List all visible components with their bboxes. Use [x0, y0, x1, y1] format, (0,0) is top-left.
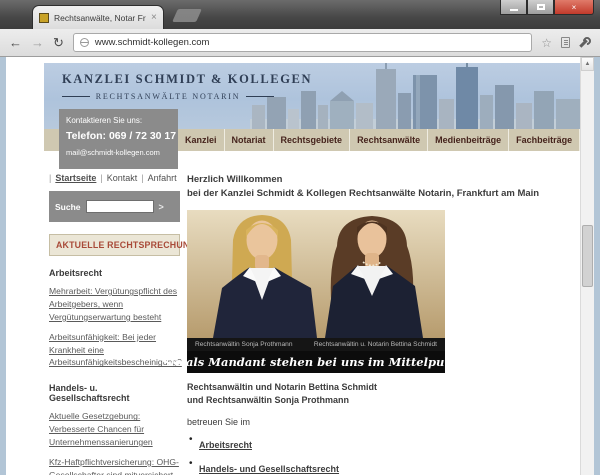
search-input[interactable]: [86, 200, 154, 213]
link-arbeitsrecht[interactable]: Arbeitsrecht: [199, 440, 252, 450]
frankfurt-skyline-image: [250, 63, 580, 129]
browser-window: Rechtsanwälte, Notar Frank × × ← → ↻ www…: [0, 0, 600, 475]
back-icon[interactable]: ←: [9, 36, 22, 49]
sidebar-news-link[interactable]: Arbeitsunfähigkeit: Bei jeder Krankheit …: [49, 331, 180, 370]
welcome-line1: Herzlich Willkommen: [187, 173, 580, 187]
minimize-icon: [510, 9, 518, 11]
forward-icon[interactable]: →: [31, 36, 44, 49]
nav-item-kanzlei[interactable]: Kanzlei: [177, 129, 224, 151]
maximize-button[interactable]: [527, 0, 554, 15]
minimize-button[interactable]: [500, 0, 527, 15]
nav-item-rechtsanwaelte[interactable]: Rechtsanwälte: [349, 129, 427, 151]
scrollbar-thumb[interactable]: [582, 225, 593, 287]
nav-item-notariat[interactable]: Notariat: [224, 129, 273, 151]
lawyers-photo: [187, 210, 445, 338]
search-submit-button[interactable]: >: [159, 202, 164, 212]
scroll-up-arrow-icon[interactable]: ▲: [581, 57, 594, 71]
search-label: Suche: [55, 202, 81, 212]
nav-item-fachbeitraege[interactable]: Fachbeiträge: [508, 129, 579, 151]
intro-text: betreuen Sie im: [187, 417, 580, 427]
sidebar-news-link[interactable]: Mehrarbeit: Vergütungspflicht des Arbeit…: [49, 285, 180, 324]
welcome-heading: Herzlich Willkommen bei der Kanzlei Schm…: [187, 173, 580, 201]
sidebar-section-heading: Arbeitsrecht: [49, 268, 180, 278]
tab-strip: Rechtsanwälte, Notar Frank × ×: [0, 0, 600, 29]
intro-name-line2: und Rechtsanwältin Sonja Prothmann: [187, 394, 580, 408]
welcome-line2: bei der Kanzlei Schmidt & Kollegen Recht…: [187, 187, 580, 201]
page-viewport: KANZLEI SCHMIDT & KOLLEGEN RECHTSANWÄLTE…: [0, 57, 600, 475]
sidebar-news-link[interactable]: Aktuelle Gesetzgebung: Verbesserte Chanc…: [49, 410, 180, 449]
intro-name-line1: Rechtsanwältin und Notarin Bettina Schmi…: [187, 381, 580, 395]
link-kontakt[interactable]: Kontakt: [107, 173, 138, 183]
sidebar: | Startseite | Kontakt | Anfahrt Suche >…: [44, 151, 184, 475]
utility-links: | Startseite | Kontakt | Anfahrt: [49, 173, 180, 183]
tab-title: Rechtsanwälte, Notar Frank: [54, 13, 146, 23]
favicon: [39, 13, 49, 23]
browser-tab[interactable]: Rechtsanwälte, Notar Frank ×: [32, 5, 164, 29]
contact-email-link[interactable]: mail@schmidt-kollegen.com: [66, 148, 171, 157]
close-button[interactable]: ×: [554, 0, 594, 15]
nav-item-medienbeitraege[interactable]: Medienbeiträge: [427, 129, 508, 151]
practice-area-list: Arbeitsrecht Handels- und Gesellschaftsr…: [187, 435, 580, 475]
logo-subtitle: RECHTSANWÄLTE NOTARIN: [62, 92, 274, 101]
list-item: Arbeitsrecht: [187, 435, 580, 453]
lawyers-photo-block: Rechtsanwältin Sonja Prothmann Rechtsanw…: [187, 210, 445, 373]
address-bar[interactable]: www.schmidt-kollegen.com: [73, 33, 532, 52]
page-action-icon[interactable]: [561, 37, 570, 48]
scrollbar[interactable]: ▲: [580, 57, 594, 475]
contact-phone: Telefon: 069 / 72 30 17: [66, 130, 171, 142]
search-box: Suche >: [49, 191, 180, 222]
tab-close-icon[interactable]: ×: [151, 12, 157, 23]
nav-item-rechtsgebiete[interactable]: Rechtsgebiete: [273, 129, 350, 151]
caption-bettina-schmidt: Rechtsanwältin u. Notarin Bettina Schmid…: [314, 341, 437, 348]
intro-names: Rechtsanwältin und Notarin Bettina Schmi…: [187, 381, 580, 408]
separator: |: [100, 173, 102, 183]
window-controls: ×: [500, 0, 594, 15]
maximize-icon: [537, 4, 545, 10]
contact-box: Kontaktieren Sie uns: Telefon: 069 / 72 …: [59, 109, 178, 169]
new-tab-button[interactable]: [172, 9, 202, 22]
site-logo: KANZLEI SCHMIDT & KOLLEGEN RECHTSANWÄLTE…: [62, 72, 274, 101]
list-item: Handels- und Gesellschaftsrecht: [187, 459, 580, 475]
photo-captions: Rechtsanwältin Sonja Prothmann Rechtsanw…: [187, 338, 445, 351]
link-anfahrt[interactable]: Anfahrt: [148, 173, 177, 183]
logo-title: KANZLEI SCHMIDT & KOLLEGEN: [62, 72, 274, 87]
wrench-menu-icon[interactable]: [579, 37, 591, 49]
page-icon: [80, 38, 89, 47]
browser-toolbar: ← → ↻ www.schmidt-kollegen.com ☆: [0, 29, 600, 57]
main-content: Herzlich Willkommen bei der Kanzlei Schm…: [184, 151, 580, 475]
bookmark-star-icon[interactable]: ☆: [541, 37, 552, 49]
content-columns: | Startseite | Kontakt | Anfahrt Suche >…: [44, 151, 580, 475]
link-handelsrecht[interactable]: Handels- und Gesellschaftsrecht: [199, 464, 339, 474]
site-container: KANZLEI SCHMIDT & KOLLEGEN RECHTSANWÄLTE…: [44, 63, 580, 475]
separator: |: [49, 173, 51, 183]
link-startseite[interactable]: Startseite: [55, 173, 96, 183]
reload-icon[interactable]: ↻: [53, 36, 64, 49]
contact-intro: Kontaktieren Sie uns:: [66, 116, 171, 125]
separator: |: [141, 173, 143, 183]
sidebar-news-link[interactable]: Kfz-Haftpflichtversicherung: OHG-Gesells…: [49, 456, 180, 475]
news-header: AKTUELLE RECHTSPRECHUNG: [49, 234, 180, 256]
caption-sonja-prothmann: Rechtsanwältin Sonja Prothmann: [195, 341, 293, 348]
sidebar-section-heading: Handels- u. Gesellschaftsrecht: [49, 383, 180, 403]
slogan-banner: Sie als Mandant stehen bei uns im Mittel…: [187, 351, 445, 373]
url-text[interactable]: www.schmidt-kollegen.com: [95, 37, 210, 48]
